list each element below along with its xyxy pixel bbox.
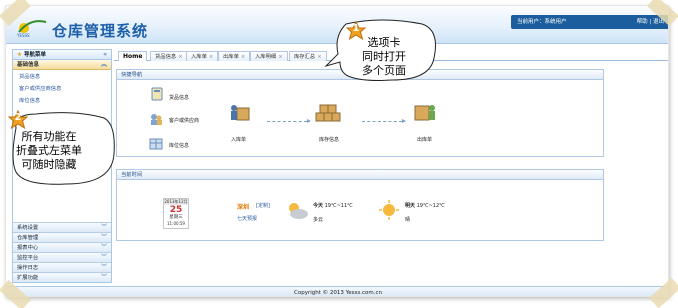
callout-text-tabs: 选项卡 同时打开 多个页面	[362, 36, 406, 78]
tab-inbound[interactable]: 入库单 ×	[186, 51, 219, 61]
sidebar-group-logs[interactable]: 操作日志 ︾	[13, 262, 111, 272]
tomorrow-label: 明天	[405, 203, 416, 209]
today-weather: 今天 19℃~11℃	[313, 202, 353, 209]
sidebar-group-label: 基础信息	[17, 62, 40, 68]
collapse-sidebar-icon[interactable]: «	[103, 50, 107, 60]
sidebar-item-customers[interactable]: 客户或供应商信息	[13, 84, 111, 94]
tomorrow-weather: 明天 19℃~12℃	[405, 202, 445, 209]
tab-stock-summary[interactable]: 库存汇总 ×	[289, 51, 327, 61]
app-title: 仓库管理系统	[52, 22, 149, 40]
logo-small-text: YESSS	[16, 33, 30, 38]
stock-icon[interactable]	[315, 100, 341, 126]
sun-icon	[379, 200, 399, 220]
quick-nav-outbound[interactable]: 出库单	[417, 136, 432, 143]
tomorrow-temp: 19℃~12℃	[416, 203, 445, 209]
outbound-icon[interactable]	[413, 100, 437, 124]
sidebar-group-extensions[interactable]: 扩展功能 ︾	[13, 272, 111, 282]
sidebar-group-basic[interactable]: 基础信息 ︽	[13, 60, 111, 70]
today-label: 今天	[313, 203, 324, 209]
user-bar: 当前用户：系统用户 帮助 | 退出	[511, 15, 668, 29]
close-icon[interactable]: ×	[209, 54, 213, 60]
callout-number-1: 1	[352, 23, 360, 34]
sidebar-title: 导航菜单	[23, 52, 46, 58]
tab-inbound-detail[interactable]: 入库明细 ×	[250, 51, 288, 61]
seven-day-forecast-link[interactable]: 七天预报	[237, 215, 257, 222]
chevron-up-icon: ︽	[100, 61, 107, 68]
time-panel-title: 当前时间	[117, 170, 603, 180]
goods-icon[interactable]	[151, 87, 163, 101]
callout-1-line-1: 选项卡	[367, 36, 401, 49]
calendar-widget: 2013年12月 25 星期三 11:00:59	[163, 198, 189, 229]
close-icon[interactable]: ×	[317, 54, 321, 60]
sidebar-group-system[interactable]: 系统设置 ︾	[13, 222, 111, 232]
sidebar-item-locations[interactable]: 库位信息	[13, 96, 111, 106]
calendar-day: 25	[169, 205, 183, 215]
callout-2-line-3: 可随时隐藏	[21, 158, 77, 171]
quick-nav-stock[interactable]: 库存信息	[319, 136, 339, 143]
sidebar-group-reports[interactable]: 报表中心 ︾	[13, 242, 111, 252]
inbound-icon[interactable]	[229, 102, 251, 124]
city-name: 深圳	[237, 204, 250, 211]
sidebar-group-warehouse[interactable]: 仓库管理 ︾	[13, 232, 111, 242]
close-icon[interactable]: ×	[241, 54, 245, 60]
tab-outbound[interactable]: 出库单 ×	[218, 51, 251, 61]
tab-goods[interactable]: 货品信息 ×	[150, 51, 188, 61]
supplier-icon[interactable]	[149, 112, 163, 126]
current-user: 当前用户：系统用户	[517, 19, 567, 25]
today-desc: 多云	[313, 217, 324, 223]
sidebar-group-monitor[interactable]: 监控平台 ︾	[13, 252, 111, 262]
flow-arrow-2	[362, 119, 406, 123]
quick-nav-supplier[interactable]: 客户或供应商	[169, 117, 199, 124]
cloudy-sun-icon	[289, 203, 308, 219]
footer: Copyright © 2013 Yesss.com.cn	[6, 286, 668, 296]
today-temp: 19℃~11℃	[324, 203, 353, 209]
city-customize-link[interactable]: [定制]	[256, 202, 270, 209]
location-icon[interactable]	[149, 137, 163, 150]
tab-home[interactable]: Home	[118, 51, 148, 61]
tomorrow-desc: 晴	[405, 217, 411, 223]
callout-number-2: 2	[14, 112, 22, 123]
quick-nav-inbound[interactable]: 入库单	[231, 136, 246, 143]
close-icon[interactable]: ×	[178, 54, 182, 60]
callout-1-line-3: 多个页面	[362, 64, 406, 77]
callout-number-badge-2: 2	[7, 109, 29, 130]
star-icon: ★	[17, 52, 22, 58]
callout-2-line-2: 折叠式左菜单	[16, 144, 82, 157]
sidebar-collapsed-groups: 系统设置 ︾ 仓库管理 ︾ 报表中心 ︾ 监控平台 ︾ 操作日志 ︾ 扩展功能 ︾	[13, 222, 111, 282]
callout-text-sidebar: 所有功能在 折叠式左菜单 可随时隐藏	[16, 130, 82, 172]
quick-nav-location[interactable]: 库位信息	[169, 142, 189, 149]
quick-nav-goods[interactable]: 货品信息	[169, 94, 189, 101]
sidebar-header: ★ 导航菜单 «	[13, 50, 111, 60]
callout-2-line-1: 所有功能在	[21, 130, 77, 143]
logo-icon: YESSS	[16, 20, 47, 38]
flow-arrow-1	[267, 119, 311, 123]
time-panel: 当前时间 2013年12月 25 星期三 11:00:59 深圳 [定制] 七天…	[116, 169, 604, 241]
close-icon[interactable]: ×	[278, 54, 282, 60]
chevron-down-icon: ︾	[100, 274, 107, 281]
callout-1-line-2: 同时打开	[362, 50, 406, 63]
calendar-time: 11:00:59	[167, 221, 185, 226]
sidebar-item-goods[interactable]: 货品信息	[13, 72, 111, 82]
